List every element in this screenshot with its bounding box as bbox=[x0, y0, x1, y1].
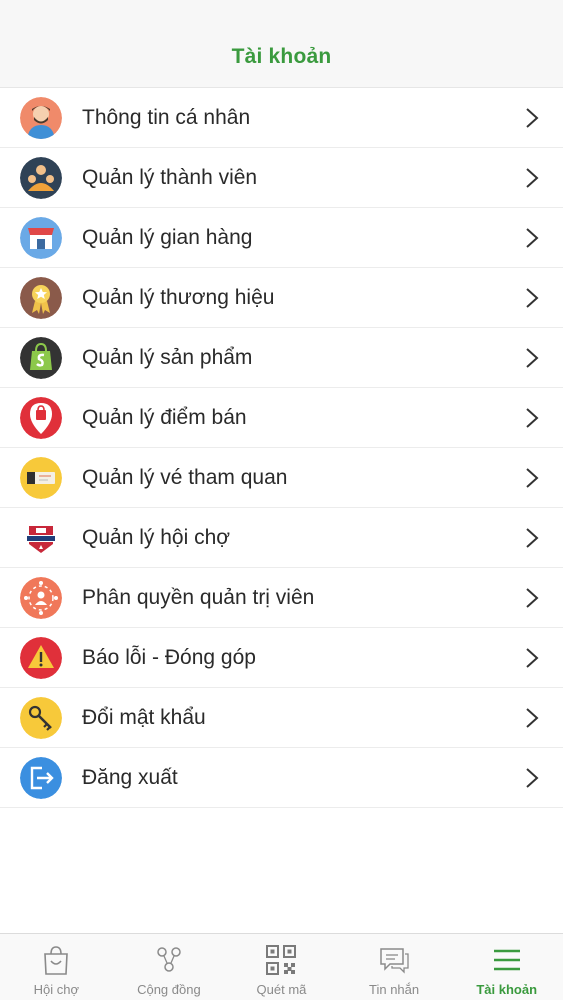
chevron-right-icon bbox=[521, 767, 543, 789]
menu-item-personal-info[interactable]: Thông tin cá nhân bbox=[0, 88, 563, 148]
fair-badge-icon bbox=[20, 516, 62, 559]
logout-icon bbox=[20, 756, 62, 799]
chevron-right-icon bbox=[521, 707, 543, 729]
tab-messages[interactable]: Tin nhắn bbox=[338, 934, 451, 1000]
chat-icon bbox=[376, 942, 412, 978]
hamburger-menu-icon bbox=[489, 942, 525, 978]
community-icon bbox=[151, 942, 187, 978]
chevron-right-icon bbox=[521, 347, 543, 369]
menu-item-label: Quản lý sản phẩm bbox=[82, 345, 253, 369]
menu-item-label: Thông tin cá nhân bbox=[82, 105, 251, 129]
menu-item-label: Quản lý thương hiệu bbox=[82, 285, 275, 309]
chevron-right-icon bbox=[521, 407, 543, 429]
menu-item-points-of-sale[interactable]: Quản lý điểm bán bbox=[0, 388, 563, 448]
menu-item-tickets[interactable]: Quản lý vé tham quan bbox=[0, 448, 563, 508]
store-icon bbox=[20, 216, 62, 259]
warning-icon bbox=[20, 636, 62, 679]
header-bar: Tài khoản bbox=[0, 0, 563, 88]
menu-item-products[interactable]: Quản lý sản phẩm bbox=[0, 328, 563, 388]
tab-label: Cộng đồng bbox=[137, 982, 201, 997]
menu-item-label: Quản lý điểm bán bbox=[82, 405, 247, 429]
key-icon bbox=[20, 696, 62, 739]
user-profile-icon bbox=[20, 96, 62, 139]
shopping-bag-icon bbox=[20, 336, 62, 379]
menu-item-report-feedback[interactable]: Báo lỗi - Đóng góp bbox=[0, 628, 563, 688]
chevron-right-icon bbox=[521, 647, 543, 669]
location-pin-icon bbox=[20, 396, 62, 439]
chevron-right-icon bbox=[521, 107, 543, 129]
bottom-tab-bar: Hội chợ Cộng đồng Quét mã Tin nhắn Tài k… bbox=[0, 933, 563, 1000]
menu-item-admin-permissions[interactable]: Phân quyền quản trị viên bbox=[0, 568, 563, 628]
page-title: Tài khoản bbox=[231, 45, 332, 68]
members-icon bbox=[20, 156, 62, 199]
tab-label: Tin nhắn bbox=[369, 982, 420, 997]
menu-item-label: Quản lý gian hàng bbox=[82, 225, 253, 249]
menu-item-brands[interactable]: Quản lý thương hiệu bbox=[0, 268, 563, 328]
tab-label: Tài khoản bbox=[476, 982, 538, 997]
chevron-right-icon bbox=[521, 527, 543, 549]
ticket-icon bbox=[20, 456, 62, 499]
chevron-right-icon bbox=[521, 287, 543, 309]
tab-label: Hội chợ bbox=[33, 982, 79, 997]
menu-item-label: Báo lỗi - Đóng góp bbox=[82, 645, 256, 669]
chevron-right-icon bbox=[521, 467, 543, 489]
menu-item-stores[interactable]: Quản lý gian hàng bbox=[0, 208, 563, 268]
menu-item-label: Quản lý hội chợ bbox=[82, 525, 231, 549]
menu-item-members[interactable]: Quản lý thành viên bbox=[0, 148, 563, 208]
menu-item-fairs[interactable]: Quản lý hội chợ bbox=[0, 508, 563, 568]
menu-item-logout[interactable]: Đăng xuất bbox=[0, 748, 563, 808]
account-menu: Thông tin cá nhân Quản lý thành viên Quả… bbox=[0, 88, 563, 808]
menu-item-label: Đổi mật khẩu bbox=[82, 705, 206, 729]
tab-label: Quét mã bbox=[256, 982, 307, 997]
chevron-right-icon bbox=[521, 587, 543, 609]
chevron-right-icon bbox=[521, 167, 543, 189]
chevron-right-icon bbox=[521, 227, 543, 249]
shopping-bag-tab-icon bbox=[38, 942, 74, 978]
menu-item-label: Quản lý thành viên bbox=[82, 165, 258, 189]
tab-community[interactable]: Cộng đồng bbox=[113, 934, 226, 1000]
admin-permission-icon bbox=[20, 576, 62, 619]
qr-code-icon bbox=[263, 942, 299, 978]
tab-fair[interactable]: Hội chợ bbox=[0, 934, 113, 1000]
menu-item-label: Phân quyền quản trị viên bbox=[82, 585, 315, 609]
brand-badge-icon bbox=[20, 276, 62, 319]
tab-scan[interactable]: Quét mã bbox=[225, 934, 338, 1000]
tab-account[interactable]: Tài khoản bbox=[450, 934, 563, 1000]
menu-item-change-password[interactable]: Đổi mật khẩu bbox=[0, 688, 563, 748]
menu-item-label: Quản lý vé tham quan bbox=[82, 465, 288, 489]
menu-item-label: Đăng xuất bbox=[82, 765, 178, 789]
